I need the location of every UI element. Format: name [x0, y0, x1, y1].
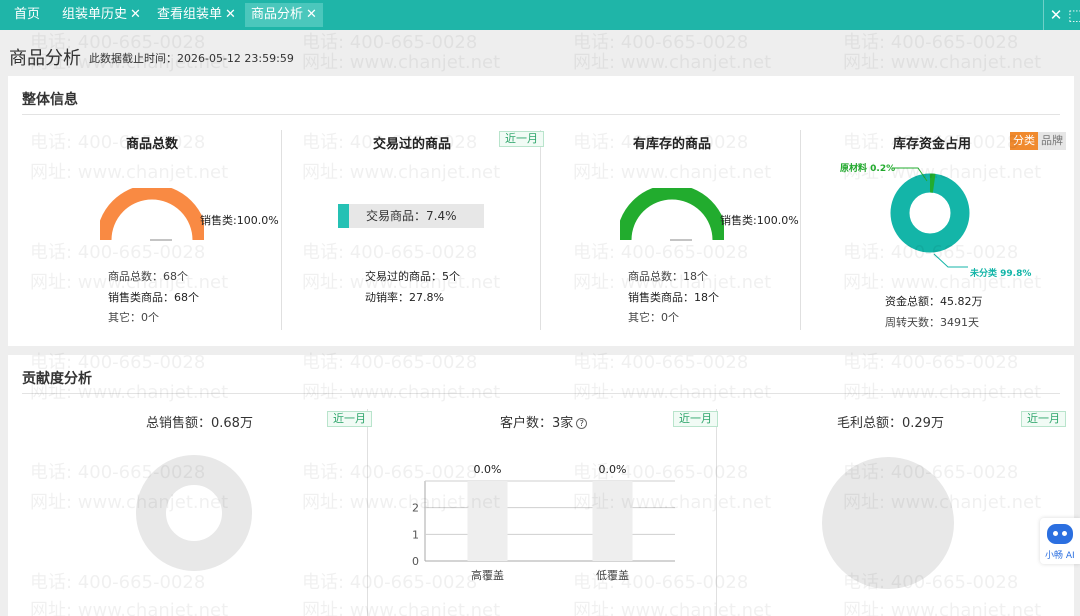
tab-assembly-history[interactable]: 组装单历史 ✕ — [56, 3, 147, 27]
coverage-bar-chart: 0 1 2 0.0% 高覆盖 0.0% 低覆盖 — [412, 463, 675, 582]
divider — [716, 409, 717, 616]
ai-assistant-button[interactable]: 小畅 AI — [1040, 518, 1080, 564]
watermark-site: 网址: www.chanjet.net — [843, 52, 1042, 73]
profit-pie-placeholder — [822, 457, 954, 589]
period-badge[interactable]: 近一月 — [673, 411, 718, 427]
stocked-goods-sales-count: 销售类商品：18个 — [628, 291, 719, 304]
x-tick-label: 高覆盖 — [471, 568, 504, 582]
turnover-rate: 动销率：27.8% — [365, 291, 444, 304]
total-goods-title: 商品总数 — [126, 137, 179, 152]
tab-home-label: 首页 — [14, 7, 41, 22]
divider — [1043, 0, 1044, 30]
x-tick-label: 低覆盖 — [596, 568, 629, 582]
stocked-goods-other-count: 其它：0个 — [628, 311, 679, 324]
period-badge[interactable]: 近一月 — [499, 131, 544, 147]
divider — [800, 130, 801, 330]
tab-label: 查看组装单 — [157, 7, 223, 22]
tab-home[interactable]: 首页 — [8, 3, 46, 27]
help-icon[interactable]: ? — [576, 418, 588, 429]
toggle-brand[interactable]: 品牌 — [1038, 132, 1066, 150]
toggle-category[interactable]: 分类 — [1010, 132, 1038, 150]
data-cutoff: 此数据截止时间：2026-05-12 23:59:59 — [89, 50, 294, 66]
overview-title: 整体信息 — [22, 92, 78, 108]
close-icon[interactable]: ✕ — [130, 7, 141, 22]
gauge-arc — [100, 188, 204, 241]
divider — [367, 409, 368, 616]
stocked-goods-gauge — [620, 188, 724, 241]
page-title: 商品分析 — [9, 48, 81, 69]
robot-icon — [1047, 524, 1073, 544]
watermark-site: 网址: www.chanjet.net — [302, 52, 501, 73]
stocked-goods-title: 有库存的商品 — [633, 137, 712, 152]
tab-label: 商品分析 — [251, 7, 304, 22]
contribution-title: 贡献度分析 — [22, 371, 92, 387]
inventory-funds-title: 库存资金占用 — [893, 137, 972, 152]
stocked-goods-count: 商品总数：18个 — [628, 270, 708, 283]
watermark-site: 网址: www.chanjet.net — [573, 52, 772, 73]
period-badge[interactable]: 近一月 — [1021, 411, 1066, 427]
customer-count-title: 客户数：3家? — [500, 412, 588, 431]
watermark-phone: 电话: 400-665-0028 — [302, 32, 478, 53]
inventory-funds-donut: 原材料 0.2% 未分类 99.8% — [840, 162, 1031, 279]
total-goods-other-count: 其它：0个 — [108, 311, 159, 324]
dimension-toggle: 分类 品牌 — [1010, 132, 1066, 150]
slice-label-raw-material: 原材料 0.2% — [840, 162, 895, 174]
y-tick-label: 0 — [412, 555, 419, 568]
y-tick-label: 1 — [412, 528, 419, 541]
bar-background — [467, 481, 508, 561]
data-label: 0.0% — [474, 463, 502, 476]
total-goods-count: 商品总数：68个 — [108, 270, 188, 283]
total-goods-share-label: 销售类:100.0% — [200, 214, 279, 227]
total-funds: 资金总额：45.82万 — [885, 295, 983, 308]
assistant-label: 小畅 AI — [1045, 551, 1075, 561]
tab-goods-analysis[interactable]: 商品分析 ✕ — [245, 3, 323, 27]
tab-bar: 首页 组装单历史 ✕ 查看组装单 ✕ 商品分析 ✕ ✕ ⬚ — [0, 0, 1080, 30]
traded-goods-count: 交易过的商品：5个 — [365, 270, 460, 283]
tab-label: 组装单历史 — [62, 7, 128, 22]
traded-goods-title: 交易过的商品 — [373, 137, 452, 152]
traded-goods-progress: 交易商品：7.4% — [338, 204, 484, 228]
divider — [22, 393, 1060, 394]
cutoff-time: 2026-05-12 23:59:59 — [177, 52, 294, 65]
more-icon[interactable]: ⬚ — [1068, 0, 1080, 30]
turnover-days: 周转天数：3491天 — [885, 316, 979, 329]
data-label: 0.0% — [599, 463, 627, 476]
customer-count-label: 客户数：3家 — [500, 416, 574, 431]
sales-donut-placeholder — [136, 455, 252, 571]
slice-label-uncategorized: 未分类 99.8% — [969, 267, 1031, 279]
tab-view-assembly[interactable]: 查看组装单 ✕ — [151, 3, 242, 27]
progress-label: 交易商品：7.4% — [366, 209, 457, 223]
gauge-arc — [620, 188, 724, 241]
y-tick-label: 2 — [412, 502, 419, 515]
empty-donut — [136, 455, 252, 571]
close-icon[interactable]: ✕ — [225, 7, 236, 22]
divider — [281, 130, 282, 330]
gross-profit-title: 毛利总额：0.29万 — [837, 416, 944, 431]
period-badge[interactable]: 近一月 — [327, 411, 372, 427]
divider — [540, 130, 541, 330]
watermark-phone: 电话: 400-665-0028 — [843, 32, 1019, 53]
cutoff-label: 此数据截止时间： — [89, 52, 177, 65]
total-goods-gauge — [100, 188, 204, 241]
total-goods-sales-count: 销售类商品：68个 — [108, 291, 199, 304]
divider — [22, 114, 1060, 115]
empty-pie — [822, 457, 954, 589]
total-sales-title: 总销售额：0.68万 — [146, 416, 253, 431]
close-all-icon[interactable]: ✕ — [1043, 0, 1069, 30]
stocked-goods-share-label: 销售类:100.0% — [720, 214, 799, 227]
bar-background — [592, 481, 633, 561]
watermark-phone: 电话: 400-665-0028 — [573, 32, 749, 53]
progress-fill — [338, 204, 349, 228]
leader-line — [933, 253, 968, 268]
close-icon[interactable]: ✕ — [306, 7, 317, 22]
